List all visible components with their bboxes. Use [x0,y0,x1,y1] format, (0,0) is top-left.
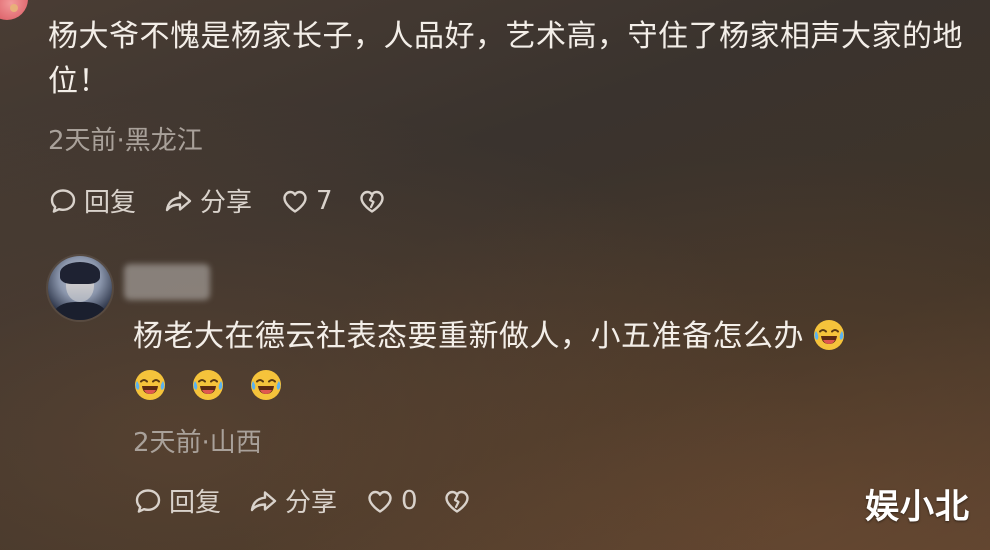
avatar-decoration [10,4,18,12]
reply-button[interactable]: 回复 [133,482,221,519]
broken-heart-icon [359,190,384,213]
reply-comment-text: 杨老大在德云社表态要重新做人，小五准备怎么办 [133,314,933,359]
emoji-row [133,368,307,402]
share-button[interactable]: 分享 [164,182,252,219]
avatar-figure-hair [60,262,100,284]
reply-label: 回复 [84,188,137,218]
crying-laughing-emoji [251,370,281,400]
previous-author-avatar[interactable] [0,0,28,20]
reply-comment-meta: 2天前·山西 [133,428,262,458]
share-icon [250,490,277,511]
like-button[interactable]: 0 [365,486,418,516]
like-count: 0 [401,485,418,516]
heart-icon [368,490,392,513]
blurred-username[interactable] [124,264,210,300]
comment-text: 杨大爷不愧是杨家长子，人品好，艺术高，守住了杨家相声大家的地位！ [48,19,963,99]
like-button[interactable]: 7 [280,186,333,216]
share-label: 分享 [285,488,338,518]
share-button[interactable]: 分享 [249,482,337,519]
heart-icon [283,190,307,213]
share-label: 分享 [200,188,253,218]
reply-icon [50,188,76,213]
reply-comment-actions: 回复 分享 0 [133,482,472,519]
dislike-button[interactable] [357,186,387,216]
reply-author-avatar[interactable] [48,256,112,320]
crying-laughing-emoji [814,320,844,350]
reply-label: 回复 [169,488,222,518]
reply-icon [135,488,161,513]
avatar-figure-body [54,302,106,320]
watermark: 娱小北 [865,487,970,527]
share-icon [165,190,192,211]
crying-laughing-emoji [193,370,223,400]
like-count: 7 [316,185,333,216]
broken-heart-icon [444,490,469,513]
crying-laughing-emoji [135,370,165,400]
reply-text: 杨老大在德云社表态要重新做人，小五准备怎么办 [133,319,804,354]
dislike-button[interactable] [442,486,472,516]
comment-meta: 2天前·黑龙江 [48,126,203,156]
reply-button[interactable]: 回复 [48,182,136,219]
comment-actions: 回复 分享 7 [48,182,387,219]
